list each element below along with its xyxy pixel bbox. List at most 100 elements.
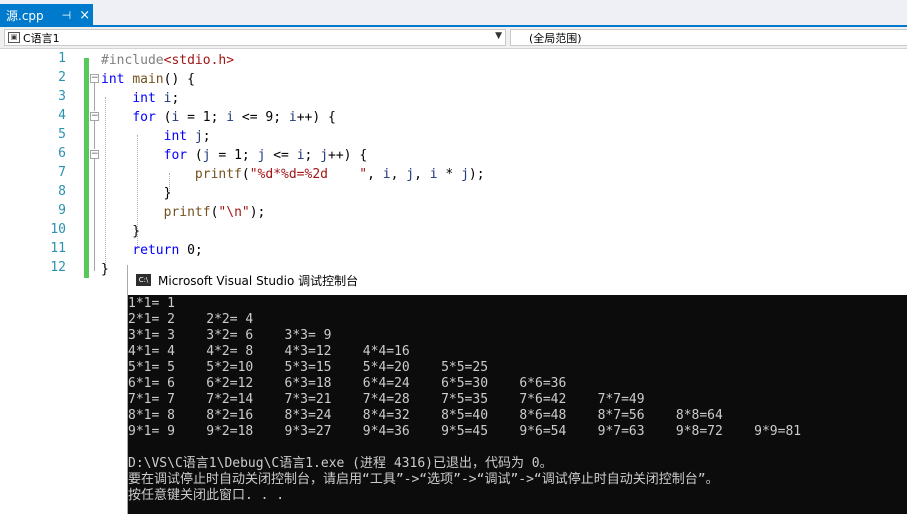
code-token: * <box>437 167 462 182</box>
code-line[interactable]: #include<stdio.h> <box>101 51 234 70</box>
console-line: 3*1= 3 3*2= 6 3*3= 9 <box>128 328 332 343</box>
document-tab-strip: 源.cpp ⊣ × <box>0 0 907 27</box>
line-number: 2 <box>58 70 66 85</box>
project-icon: ▣ <box>8 32 20 43</box>
console-line: 1*1= 1 <box>128 296 175 311</box>
code-token: <= <box>265 148 297 163</box>
line-number: 10 <box>50 222 66 237</box>
code-token: int <box>101 72 125 87</box>
chevron-down-icon[interactable]: ▼ <box>495 31 502 41</box>
code-line[interactable]: return 0; <box>101 241 203 260</box>
code-token: i <box>429 167 438 182</box>
console-line: 4*1= 4 4*2= 8 4*3=12 4*4=16 <box>128 344 410 359</box>
code-token: <= 9; <box>234 110 289 125</box>
scope-name: (全局范围) <box>529 31 582 45</box>
code-token: int <box>163 129 188 144</box>
console-output: 1*1= 1 2*1= 2 2*2= 4 3*1= 3 3*2= 6 3*3= 94… <box>128 296 907 504</box>
code-token: , <box>390 167 407 182</box>
code-line[interactable]: printf("%d*%d=%2d ", i, j, i * j); <box>101 165 485 184</box>
console-line: 2*1= 2 2*2= 4 <box>128 312 254 327</box>
line-number: 5 <box>58 127 66 142</box>
fold-toggle-main[interactable]: − <box>90 74 99 83</box>
project-dropdown[interactable]: ▣ C语言1 ▼ <box>4 29 506 46</box>
code-token: ++) { <box>296 110 336 125</box>
console-app-icon: C:\ <box>136 274 151 286</box>
code-token: "%d*%d=%2d " <box>249 167 368 182</box>
scope-dropdown[interactable]: (全局范围) <box>510 29 907 46</box>
code-line[interactable]: printf("\n"); <box>101 203 266 222</box>
code-line[interactable]: } <box>101 222 140 241</box>
tab-source-cpp[interactable]: 源.cpp ⊣ × <box>0 4 93 27</box>
code-token: , <box>367 167 383 182</box>
code-token: i <box>226 110 235 125</box>
code-token: () { <box>163 72 195 87</box>
code-token: } <box>101 224 141 239</box>
code-token: j <box>202 148 211 163</box>
code-line[interactable]: int i; <box>101 89 179 108</box>
debug-console-window[interactable]: C:\ Microsoft Visual Studio 调试控制台 1*1= 1… <box>127 265 907 514</box>
code-token: main <box>132 72 164 87</box>
code-token: ; <box>202 129 211 144</box>
console-line: 按任意键关闭此窗口. . . <box>128 488 285 503</box>
console-title-bar[interactable]: C:\ Microsoft Visual Studio 调试控制台 <box>128 265 907 295</box>
code-token: printf <box>194 167 242 182</box>
code-token: j <box>461 167 469 182</box>
console-line: 要在调试停止时自动关闭控制台，请启用“工具”->“选项”->“调试”->“调试停… <box>128 472 719 487</box>
code-token: ; <box>171 91 180 106</box>
code-token: , <box>414 167 430 182</box>
code-token: j <box>194 129 203 144</box>
code-token: printf <box>163 205 211 220</box>
console-line: 9*1= 9 9*2=18 9*3=27 9*4=36 9*5=45 9*6=5… <box>128 424 802 439</box>
code-line[interactable]: for (i = 1; i <= 9; i++) { <box>101 108 336 127</box>
code-line[interactable]: for (j = 1; j <= i; j++) { <box>101 146 368 165</box>
change-indicator-bar <box>84 58 89 278</box>
console-title: Microsoft Visual Studio 调试控制台 <box>158 273 359 288</box>
code-token: ); <box>249 205 266 220</box>
code-token: i <box>382 167 391 182</box>
fold-toggle-inner-for[interactable]: − <box>90 150 99 159</box>
code-token: ++) { <box>328 148 368 163</box>
tab-title: 源.cpp <box>6 9 44 23</box>
code-token: 0; <box>179 243 203 258</box>
code-token: for <box>132 110 156 125</box>
code-token: ( <box>187 148 203 163</box>
code-token: <stdio.h> <box>163 53 235 68</box>
fold-toggle-outer-for[interactable]: − <box>90 112 99 121</box>
code-token: j <box>406 167 415 182</box>
line-number: 8 <box>58 184 66 199</box>
code-token: ; <box>304 148 321 163</box>
code-token: ( <box>241 167 250 182</box>
fold-line <box>94 121 95 149</box>
code-token: j <box>320 148 329 163</box>
code-token: return <box>132 243 180 258</box>
code-line[interactable]: } <box>101 184 172 203</box>
code-token: int <box>132 91 156 106</box>
project-name: C语言1 <box>23 31 60 45</box>
code-token: i <box>296 148 305 163</box>
code-token: } <box>101 262 109 277</box>
code-token: } <box>101 186 172 201</box>
line-number: 9 <box>58 203 66 218</box>
code-line[interactable]: int main() { <box>101 70 195 89</box>
console-line: 6*1= 6 6*2=12 6*3=18 6*4=24 6*5=30 6*6=3… <box>128 376 567 391</box>
fold-line <box>94 83 95 111</box>
code-token: for <box>163 148 188 163</box>
pin-icon[interactable]: ⊣ <box>62 9 72 22</box>
line-number: 6 <box>58 146 66 161</box>
code-line[interactable]: int j; <box>101 127 211 146</box>
line-number: 4 <box>58 108 66 123</box>
line-number: 12 <box>50 260 66 275</box>
code-token: ); <box>468 167 485 182</box>
fold-line <box>94 159 95 271</box>
close-icon[interactable]: × <box>79 8 90 23</box>
console-line: 7*1= 7 7*2=14 7*3=21 7*4=28 7*5=35 7*6=4… <box>128 392 645 407</box>
code-line[interactable]: } <box>101 260 109 279</box>
